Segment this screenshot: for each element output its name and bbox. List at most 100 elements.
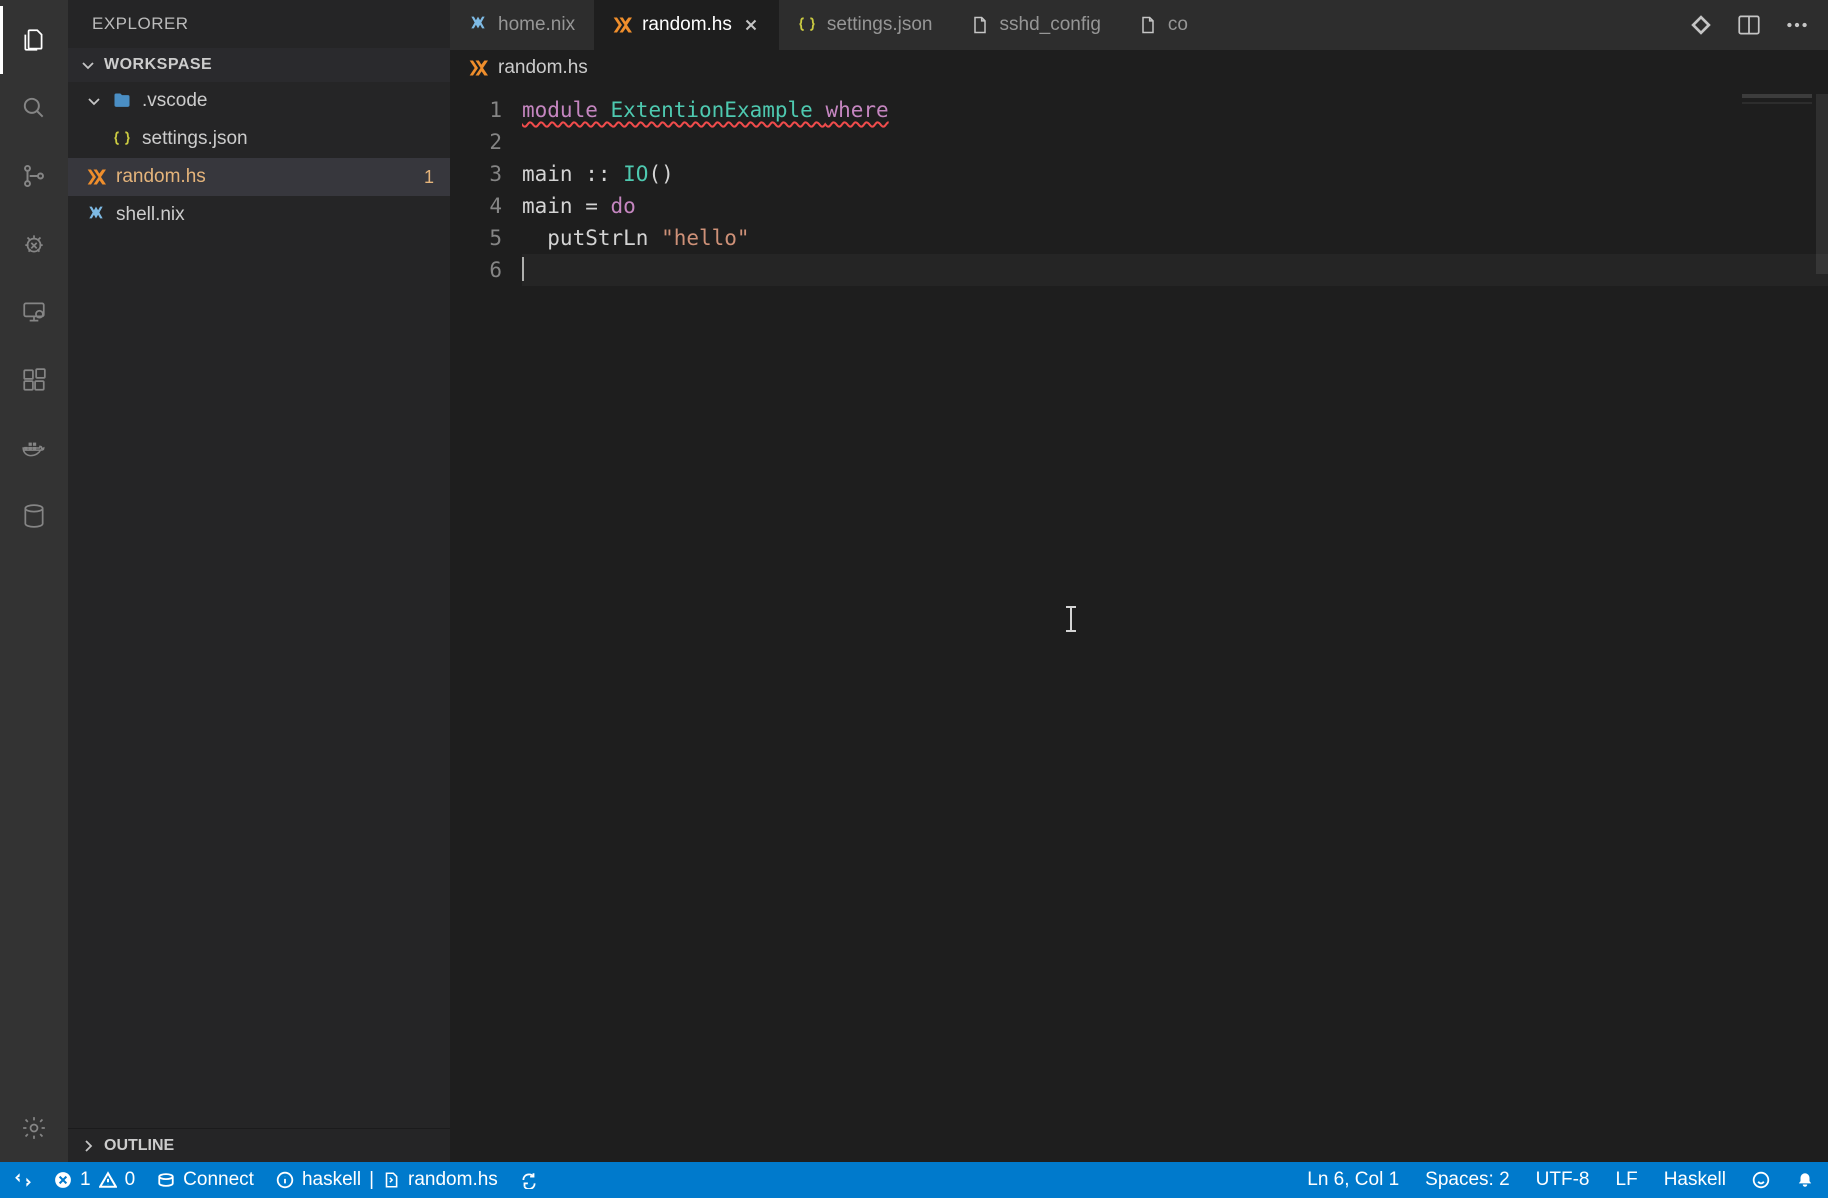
haskell-icon <box>86 167 106 187</box>
bell-icon <box>1796 1171 1814 1189</box>
status-sync[interactable] <box>520 1171 538 1189</box>
remote-explorer-icon <box>21 299 47 325</box>
connect-label: Connect <box>183 1169 254 1191</box>
folder-icon <box>112 91 132 111</box>
activity-extensions[interactable] <box>0 346 68 414</box>
code-line: putStrLn "hello" <box>522 222 1828 254</box>
outline-section-header[interactable]: OUTLINE <box>68 1128 450 1162</box>
json-icon <box>112 129 132 149</box>
tab[interactable]: home.nix <box>450 0 594 50</box>
file-symlink-icon <box>382 1171 400 1189</box>
status-cursor-position[interactable]: Ln 6, Col 1 <box>1307 1169 1399 1191</box>
status-eol[interactable]: LF <box>1616 1169 1638 1191</box>
docker-icon <box>21 435 47 461</box>
code-line: module ExtentionExample where <box>522 94 1828 126</box>
activity-bar <box>0 0 68 1162</box>
text-cursor-ibeam <box>1070 606 1072 632</box>
lsp-label: haskell <box>302 1169 361 1191</box>
database-icon <box>21 503 47 529</box>
breadcrumb[interactable]: random.hs <box>450 50 1828 86</box>
status-connect[interactable]: Connect <box>157 1169 254 1191</box>
editor-group: home.nix random.hs settings.json sshd_confi… <box>450 0 1828 1162</box>
outline-label: OUTLINE <box>104 1137 174 1155</box>
breadcrumb-label: random.hs <box>498 57 588 79</box>
workspace-label: WORKSPASE <box>104 56 212 74</box>
nix-icon <box>86 205 106 225</box>
chevron-down-icon <box>80 57 96 73</box>
activity-scm[interactable] <box>0 142 68 210</box>
tab-label: co <box>1168 14 1188 36</box>
status-feedback[interactable] <box>1752 1171 1770 1189</box>
activity-settings[interactable] <box>0 1094 68 1162</box>
activity-database[interactable] <box>0 482 68 550</box>
split-editor-icon[interactable] <box>1736 12 1762 38</box>
tree-file[interactable]: shell.nix <box>68 196 450 234</box>
code-line <box>522 254 1828 286</box>
activity-explorer[interactable] <box>0 6 68 74</box>
code-line: main = do <box>522 190 1828 222</box>
code-line: main :: IO() <box>522 158 1828 190</box>
status-problems[interactable]: 1 0 <box>54 1169 135 1191</box>
tab[interactable]: random.hs <box>594 0 779 50</box>
tree-item-label: settings.json <box>142 128 248 150</box>
code-area[interactable]: module ExtentionExample where main :: IO… <box>522 86 1828 1162</box>
tree-item-badge: 1 <box>424 167 434 188</box>
line-number-gutter: 123456 <box>450 86 522 1162</box>
gear-icon <box>21 1115 47 1141</box>
sidebar: EXPLORER WORKSPASE .vscode settings.json r… <box>68 0 450 1162</box>
activity-docker[interactable] <box>0 414 68 482</box>
workspace-section-header[interactable]: WORKSPASE <box>68 48 450 82</box>
tab-label: random.hs <box>642 14 732 36</box>
tab[interactable]: settings.json <box>779 0 952 50</box>
remote-icon <box>14 1171 32 1189</box>
editor[interactable]: 123456 module ExtentionExample where mai… <box>450 86 1828 1162</box>
nix-icon <box>468 15 488 35</box>
source-control-icon <box>21 163 47 189</box>
debug-icon <box>21 231 47 257</box>
tree-folder[interactable]: .vscode <box>68 82 450 120</box>
lsp-file: random.hs <box>408 1169 498 1191</box>
tab-label: settings.json <box>827 14 933 36</box>
activity-remote[interactable] <box>0 278 68 346</box>
status-language[interactable]: Haskell <box>1664 1169 1726 1191</box>
file-icon <box>970 15 990 35</box>
caret <box>522 257 524 281</box>
tab-close-icon[interactable] <box>742 16 760 34</box>
chevron-down-icon <box>86 93 102 109</box>
tree-file[interactable]: random.hs1 <box>68 158 450 196</box>
activity-debug[interactable] <box>0 210 68 278</box>
error-count: 1 <box>80 1169 91 1191</box>
warning-count: 0 <box>125 1169 136 1191</box>
tab-actions <box>1670 0 1828 50</box>
sidebar-title: EXPLORER <box>68 0 450 48</box>
tab[interactable]: sshd_config <box>952 0 1120 50</box>
status-indentation[interactable]: Spaces: 2 <box>1425 1169 1510 1191</box>
tree-file[interactable]: settings.json <box>68 120 450 158</box>
chevron-right-icon <box>80 1138 96 1154</box>
activity-search[interactable] <box>0 74 68 142</box>
haskell-icon <box>468 58 488 78</box>
file-tree: .vscode settings.json random.hs1 shell.nix <box>68 82 450 1128</box>
info-icon <box>276 1171 294 1189</box>
compare-changes-icon[interactable] <box>1688 12 1714 38</box>
smiley-icon <box>1752 1171 1770 1189</box>
scrollbar-vertical[interactable] <box>1816 94 1828 274</box>
lsp-separator: | <box>369 1169 374 1191</box>
tree-item-label: .vscode <box>142 90 207 112</box>
status-remote[interactable] <box>14 1171 32 1189</box>
status-encoding[interactable]: UTF-8 <box>1536 1169 1590 1191</box>
tab-label: home.nix <box>498 14 575 36</box>
tree-item-label: shell.nix <box>116 204 185 226</box>
haskell-icon <box>612 15 632 35</box>
sync-icon <box>520 1171 538 1189</box>
code-line <box>522 126 1828 158</box>
status-notifications[interactable] <box>1796 1171 1814 1189</box>
minimap[interactable] <box>1742 94 1812 134</box>
status-lsp[interactable]: haskell | random.hs <box>276 1169 498 1191</box>
tab[interactable]: co <box>1120 0 1207 50</box>
broadcast-icon <box>157 1171 175 1189</box>
tab-bar: home.nix random.hs settings.json sshd_confi… <box>450 0 1828 50</box>
file-icon <box>1138 15 1158 35</box>
files-icon <box>21 27 47 53</box>
more-actions-icon[interactable] <box>1784 12 1810 38</box>
